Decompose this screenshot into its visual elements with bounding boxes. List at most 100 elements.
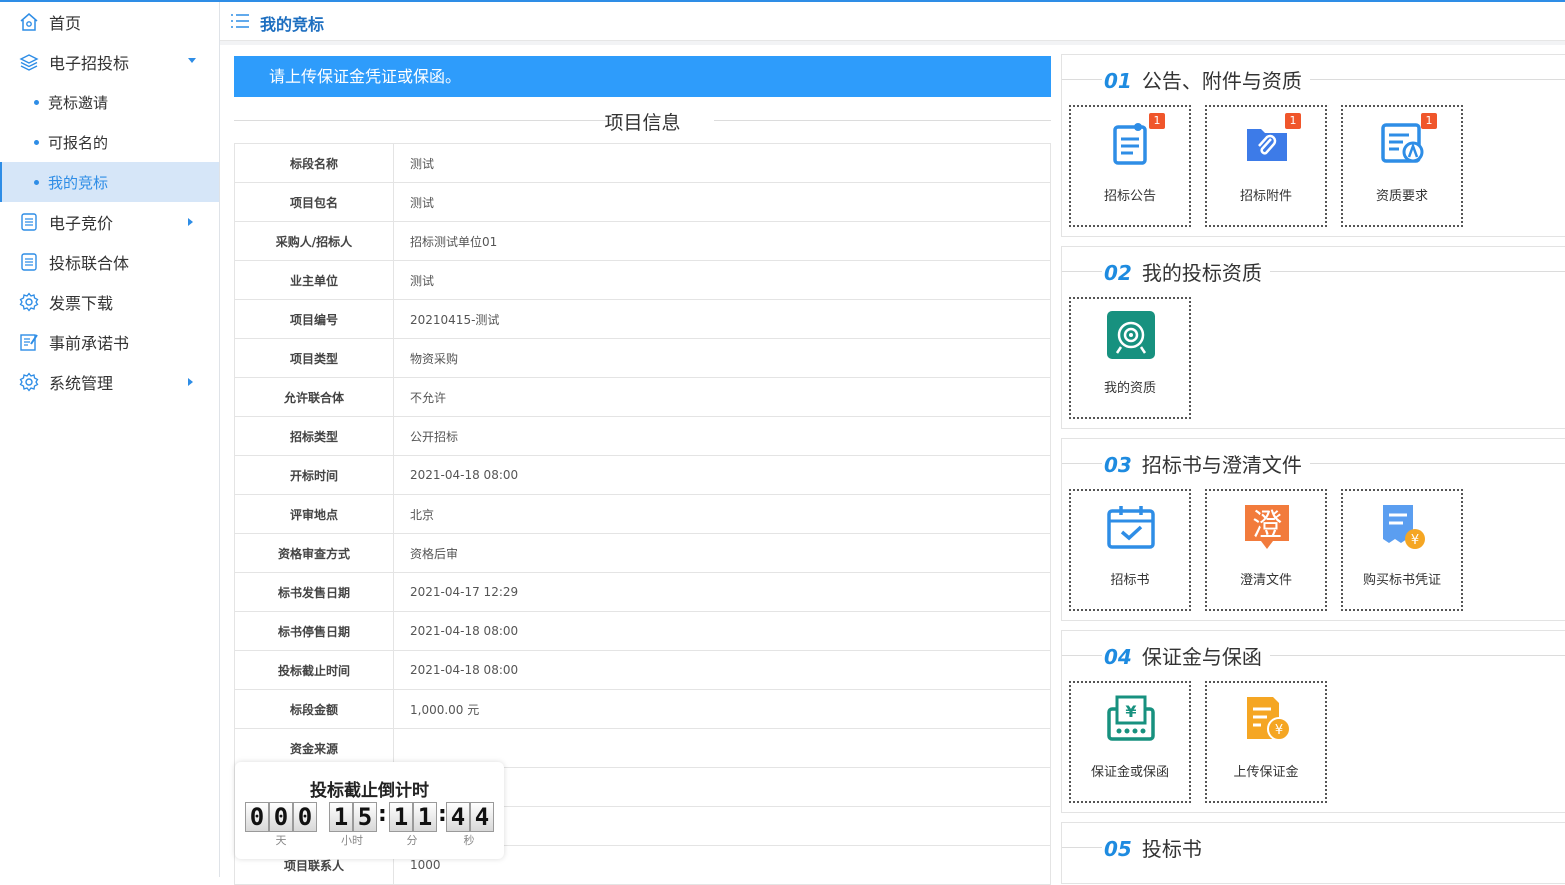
panel-title-text: 投标书 <box>1141 837 1202 861</box>
countdown-digit: 0 <box>245 802 269 832</box>
notice-text: 请上传保证金凭证或保函。 <box>269 67 462 86</box>
clarify-icon: 澄 <box>1245 505 1289 549</box>
sidebar-item-invoice-download[interactable]: 发票下载 <box>0 282 219 322</box>
table-row: 开标时间 2021-04-18 08:00 <box>234 455 1051 495</box>
list-icon <box>21 253 37 271</box>
field-label: 标段名称 <box>234 143 394 183</box>
field-label: 投标截止时间 <box>234 650 394 690</box>
table-row: 允许联合体 不允许 <box>234 377 1051 417</box>
field-value: 不允许 <box>393 377 1051 417</box>
tile-label: 购买标书凭证 <box>1362 573 1441 588</box>
chevron-right-icon <box>188 218 193 226</box>
section-title: 项目信息 <box>234 108 1051 134</box>
panel-title: 03 招标书与澄清文件 <box>1102 449 1310 478</box>
divider <box>1062 847 1102 848</box>
table-row: 招标类型 公开招标 <box>234 416 1051 456</box>
panel-title: 05 投标书 <box>1102 833 1210 862</box>
tile-qualification-requirements[interactable]: 1 资质要求 <box>1341 105 1463 227</box>
field-label: 标段金额 <box>234 689 394 729</box>
sidebar-item-commitment-letter[interactable]: 事前承诺书 <box>0 322 219 362</box>
panel-title: 01 公告、附件与资质 <box>1102 65 1310 94</box>
tile-bid-announcement[interactable]: 1 招标公告 <box>1069 105 1191 227</box>
countdown-digit: 1 <box>413 802 437 832</box>
announcement-icon <box>1113 123 1147 165</box>
field-label: 项目类型 <box>234 338 394 378</box>
list-icon <box>21 213 37 231</box>
bullet-icon <box>34 180 39 185</box>
table-row: 项目编号 20210415-测试 <box>234 299 1051 339</box>
divider <box>1267 655 1565 656</box>
field-label: 允许联合体 <box>234 377 394 417</box>
tile-label: 资质要求 <box>1375 189 1428 204</box>
tile-label: 招标附件 <box>1239 189 1292 204</box>
tile-clarification-files[interactable]: 澄 澄清文件 <box>1205 489 1327 611</box>
divider <box>1302 79 1565 80</box>
countdown-digit: 5 <box>353 802 377 832</box>
table-row: 投标截止时间 2021-04-18 08:00 <box>234 650 1051 690</box>
sidebar-item-label: 竞标邀请 <box>48 93 109 112</box>
bullet-icon <box>34 100 39 105</box>
field-label: 采购人/招标人 <box>234 221 394 261</box>
field-value: 20210415-测试 <box>393 299 1051 339</box>
sidebar-item-consortium[interactable]: 投标联合体 <box>0 242 219 282</box>
tile-my-qualification[interactable]: 我的资质 <box>1069 297 1191 419</box>
table-row: 项目包名 测试 <box>234 182 1051 222</box>
clarify-glyph: 澄 <box>1252 508 1282 543</box>
countdown-unit-hour: 小时 <box>341 834 363 847</box>
tile-purchase-receipt[interactable]: ¥ 购买标书凭证 <box>1341 489 1463 611</box>
tile-upload-deposit[interactable]: ¥ 上传保证金 <box>1205 681 1327 803</box>
countdown-separator: : <box>378 802 387 827</box>
field-value: 2021-04-17 12:29 <box>393 572 1051 612</box>
panel-title-text: 保证金与保函 <box>1141 645 1262 669</box>
sidebar-item-e-auction[interactable]: 电子竞价 <box>0 202 219 242</box>
table-row: 资格审查方式 资格后审 <box>234 533 1051 573</box>
countdown-digit: 4 <box>446 802 470 832</box>
page-header: 我的竞标 <box>220 2 1565 41</box>
qualification-doc-icon <box>1381 123 1424 163</box>
field-value: 测试 <box>393 260 1051 300</box>
sidebar-item-e-bidding[interactable]: 电子招投标 <box>0 42 219 82</box>
field-label: 开标时间 <box>234 455 394 495</box>
panel-number: 02 <box>1104 261 1132 285</box>
tile-bid-attachments[interactable]: 1 招标附件 <box>1205 105 1327 227</box>
field-value: 资格后审 <box>393 533 1051 573</box>
sidebar-item-label: 投标联合体 <box>49 254 130 273</box>
upload-deposit-icon: ¥ <box>1247 697 1291 741</box>
chevron-down-icon <box>188 58 196 63</box>
sidebar-item-label: 事前承诺书 <box>49 334 130 353</box>
field-label: 项目编号 <box>234 299 394 339</box>
field-label: 评审地点 <box>234 494 394 534</box>
field-value: 1,000.00 元 <box>393 689 1051 729</box>
sidebar-item-home[interactable]: 首页 <box>0 2 219 42</box>
countdown-unit-day: 天 <box>275 834 287 847</box>
field-value: 物资采购 <box>393 338 1051 378</box>
svg-text:¥: ¥ <box>1275 723 1283 738</box>
sidebar-item-label: 首页 <box>49 14 82 33</box>
countdown-digit: 0 <box>269 802 293 832</box>
bullet-icon <box>34 140 39 145</box>
panel-tender-docs: 03 招标书与澄清文件 招标书 澄 澄清文件 ¥ 购买标书凭证 <box>1061 438 1565 621</box>
home-icon <box>20 13 38 31</box>
tile-label: 招标书 <box>1110 573 1150 588</box>
sidebar-item-label: 可报名的 <box>48 133 109 152</box>
panel-number: 03 <box>1104 453 1132 477</box>
sidebar-item-my-bids[interactable]: 我的竞标 <box>0 162 219 202</box>
header-divider <box>220 41 1565 45</box>
sidebar-item-bid-invitation[interactable]: 竞标邀请 <box>0 82 219 122</box>
divider <box>1062 79 1102 80</box>
field-label: 招标类型 <box>234 416 394 456</box>
divider <box>1062 463 1102 464</box>
tile-label: 澄清文件 <box>1239 573 1292 588</box>
target-icon <box>1107 311 1155 359</box>
table-row: 标段金额 1,000.00 元 <box>234 689 1051 729</box>
panel-my-qualification: 02 我的投标资质 我的资质 <box>1061 246 1565 429</box>
countdown-digit: 1 <box>389 802 413 832</box>
table-row: 业主单位 测试 <box>234 260 1051 300</box>
sidebar-item-system-management[interactable]: 系统管理 <box>0 362 219 402</box>
tile-deposit-or-guarantee[interactable]: ¥ 保证金或保函 <box>1069 681 1191 803</box>
menu-icon[interactable] <box>230 13 250 29</box>
sidebar-item-registrable[interactable]: 可报名的 <box>0 122 219 162</box>
field-label: 资格审查方式 <box>234 533 394 573</box>
tile-tender-document[interactable]: 招标书 <box>1069 489 1191 611</box>
countdown-unit-minute: 分 <box>406 834 418 847</box>
